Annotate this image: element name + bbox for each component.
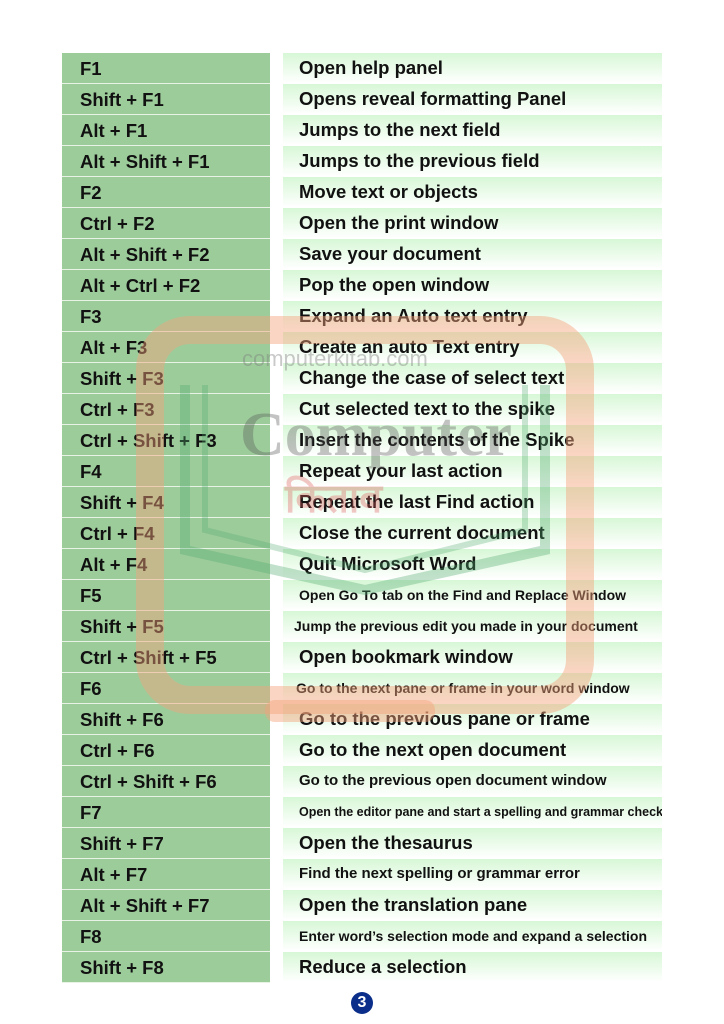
shortcut-key: Shift + F3 [62,363,270,394]
shortcut-key: Ctrl + Shift + F3 [62,425,270,456]
table-row: Ctrl + F6 Go to the next open document [62,735,662,766]
shortcut-table: F1 Open help panel Shift + F1 Opens reveal… [62,53,662,983]
shortcut-action: Go to the previous open document window [283,766,662,797]
table-row: F4 Repeat your last action [62,456,662,487]
shortcut-action: Open bookmark window [283,642,662,673]
table-row: Ctrl + F3 Cut selected text to the spike [62,394,662,425]
table-row: Shift + F5 Jump the previous edit you mad… [62,611,662,642]
shortcut-key: Alt + Ctrl + F2 [62,270,270,301]
shortcut-action: Change the case of select text [283,363,662,394]
shortcut-key: Alt + F1 [62,115,270,146]
table-row: Shift + F7 Open the thesaurus [62,828,662,859]
shortcut-key: Alt + Shift + F2 [62,239,270,270]
table-row: Alt + Ctrl + F2 Pop the open window [62,270,662,301]
table-row: Ctrl + F4 Close the current document [62,518,662,549]
table-row: Alt + F4 Quit Microsoft Word [62,549,662,580]
table-row: F6 Go to the next pane or frame in your w… [62,673,662,704]
shortcut-action: Repeat the last Find action [283,487,662,518]
shortcut-key: Ctrl + F4 [62,518,270,549]
shortcut-action: Open the editor pane and start a spellin… [283,797,662,828]
table-row: Ctrl + F2 Open the print window [62,208,662,239]
shortcut-action: Open the translation pane [283,890,662,921]
table-row: Ctrl + Shift + F6 Go to the previous open… [62,766,662,797]
table-row: Alt + Shift + F1 Jumps to the previous fi… [62,146,662,177]
shortcut-key: Ctrl + F3 [62,394,270,425]
shortcut-key: F1 [62,53,270,84]
shortcut-key: Alt + F7 [62,859,270,890]
shortcut-action: Open help panel [283,53,662,84]
shortcut-key: Shift + F8 [62,952,270,983]
table-row: Ctrl + Shift + F3 Insert the contents of … [62,425,662,456]
shortcut-key: Shift + F7 [62,828,270,859]
table-row: Shift + F3 Change the case of select text [62,363,662,394]
shortcut-action: Go to the next open document [283,735,662,766]
table-row: Alt + F7 Find the next spelling or gramma… [62,859,662,890]
shortcut-key: Shift + F4 [62,487,270,518]
shortcut-key: Shift + F6 [62,704,270,735]
table-row: Shift + F6 Go to the previous pane or fra… [62,704,662,735]
shortcut-action: Insert the contents of the Spike [283,425,662,456]
shortcut-action: Close the current document [283,518,662,549]
shortcut-key: F5 [62,580,270,611]
shortcut-key: Ctrl + F2 [62,208,270,239]
table-row: F8 Enter word’s selection mode and expand… [62,921,662,952]
table-row: Alt + Shift + F2 Save your document [62,239,662,270]
shortcut-key: Alt + Shift + F1 [62,146,270,177]
table-row: F3 Expand an Auto text entry [62,301,662,332]
table-row: F5 Open Go To tab on the Find and Replace… [62,580,662,611]
shortcut-action: Open Go To tab on the Find and Replace W… [283,580,662,611]
shortcut-action: Create an auto Text entry [283,332,662,363]
shortcut-action: Enter word’s selection mode and expand a… [283,921,662,952]
shortcut-action: Reduce a selection [283,952,662,983]
page-number-badge: 3 [351,992,373,1014]
shortcut-key: Alt + F4 [62,549,270,580]
shortcut-key: Shift + F1 [62,84,270,115]
shortcut-action: Jump the previous edit you made in your … [283,611,662,642]
table-row: Shift + F4 Repeat the last Find action [62,487,662,518]
shortcut-action: Find the next spelling or grammar error [283,859,662,890]
shortcut-key: F4 [62,456,270,487]
shortcut-key: F6 [62,673,270,704]
shortcut-key: F7 [62,797,270,828]
shortcut-action: Go to the next pane or frame in your wor… [283,673,662,704]
table-row: Shift + F1 Opens reveal formatting Panel [62,84,662,115]
shortcut-key: Ctrl + Shift + F6 [62,766,270,797]
table-row: Shift + F8 Reduce a selection [62,952,662,983]
shortcut-key: Shift + F5 [62,611,270,642]
shortcut-key: F2 [62,177,270,208]
shortcut-action: Move text or objects [283,177,662,208]
shortcut-key: Ctrl + F6 [62,735,270,766]
shortcut-key: Alt + F3 [62,332,270,363]
table-row: F1 Open help panel [62,53,662,84]
table-row: Alt + F3 Create an auto Text entry [62,332,662,363]
shortcut-action: Jumps to the previous field [283,146,662,177]
table-row: F2 Move text or objects [62,177,662,208]
shortcut-action: Save your document [283,239,662,270]
shortcut-action: Repeat your last action [283,456,662,487]
shortcut-action: Open the thesaurus [283,828,662,859]
shortcut-key: Ctrl + Shift + F5 [62,642,270,673]
shortcut-action: Open the print window [283,208,662,239]
table-row: Alt + Shift + F7 Open the translation pan… [62,890,662,921]
shortcut-action: Opens reveal formatting Panel [283,84,662,115]
shortcut-key: F3 [62,301,270,332]
table-row: Alt + F1 Jumps to the next field [62,115,662,146]
shortcut-action: Pop the open window [283,270,662,301]
table-row: Ctrl + Shift + F5 Open bookmark window [62,642,662,673]
table-row: F7 Open the editor pane and start a spell… [62,797,662,828]
shortcut-action: Cut selected text to the spike [283,394,662,425]
shortcut-action: Jumps to the next field [283,115,662,146]
shortcut-action: Quit Microsoft Word [283,549,662,580]
shortcut-key: Alt + Shift + F7 [62,890,270,921]
shortcut-action: Go to the previous pane or frame [283,704,662,735]
shortcut-action: Expand an Auto text entry [283,301,662,332]
shortcut-key: F8 [62,921,270,952]
